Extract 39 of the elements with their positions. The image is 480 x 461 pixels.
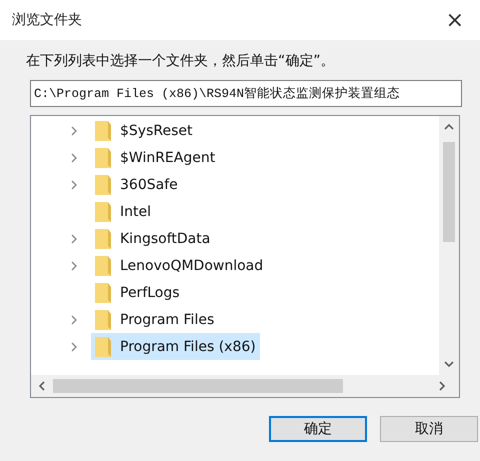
- folder-item[interactable]: LenovoQMDownload: [91, 252, 268, 279]
- folder-icon: [95, 336, 111, 356]
- folder-item[interactable]: PerfLogs: [91, 279, 184, 306]
- folder-icon: [95, 310, 111, 330]
- folder-icon: [95, 148, 111, 168]
- folder-item[interactable]: $SysReset: [91, 117, 196, 144]
- horizontal-scrollbar[interactable]: [31, 375, 459, 397]
- cancel-button[interactable]: 取消: [380, 416, 478, 442]
- folder-icon: [95, 120, 111, 140]
- folder-icon: [95, 202, 111, 222]
- vertical-scrollbar[interactable]: [439, 116, 459, 375]
- folder-item[interactable]: Program Files (x86): [91, 333, 260, 360]
- scrollbar-thumb[interactable]: [53, 379, 343, 393]
- folder-item[interactable]: 360Safe: [91, 171, 182, 198]
- folder-icon: [95, 282, 111, 302]
- folder-item[interactable]: Intel: [91, 198, 155, 225]
- folder-item[interactable]: $WinREAgent: [91, 144, 220, 171]
- folder-icon: [95, 174, 111, 194]
- folder-item[interactable]: Program Files: [91, 306, 218, 333]
- scroll-up-icon[interactable]: [444, 122, 454, 132]
- close-button[interactable]: ×: [440, 8, 470, 32]
- path-field[interactable]: C:\Program Files (x86)\RS94N智能状态监测保护装置组态: [30, 80, 462, 107]
- expand-chevron-icon[interactable]: [69, 260, 79, 270]
- expand-chevron-icon[interactable]: [69, 180, 79, 190]
- scroll-down-icon[interactable]: [444, 359, 454, 369]
- folder-icon: [95, 256, 111, 276]
- scroll-left-icon[interactable]: [37, 381, 47, 391]
- folder-item[interactable]: KingsoftData: [91, 225, 214, 252]
- expand-chevron-icon[interactable]: [69, 152, 79, 162]
- instruction-text: 在下列列表中选择一个文件夹，然后单击“确定”。: [26, 52, 336, 70]
- expand-chevron-icon[interactable]: [69, 342, 79, 352]
- folder-icon: [95, 228, 111, 248]
- window-title: 浏览文件夹: [12, 11, 82, 29]
- scroll-right-icon[interactable]: [437, 381, 447, 391]
- expand-chevron-icon[interactable]: [69, 234, 79, 244]
- ok-button[interactable]: 确定: [269, 416, 367, 442]
- expand-chevron-icon[interactable]: [69, 126, 79, 136]
- expand-chevron-icon[interactable]: [69, 314, 79, 324]
- scrollbar-thumb[interactable]: [443, 142, 455, 242]
